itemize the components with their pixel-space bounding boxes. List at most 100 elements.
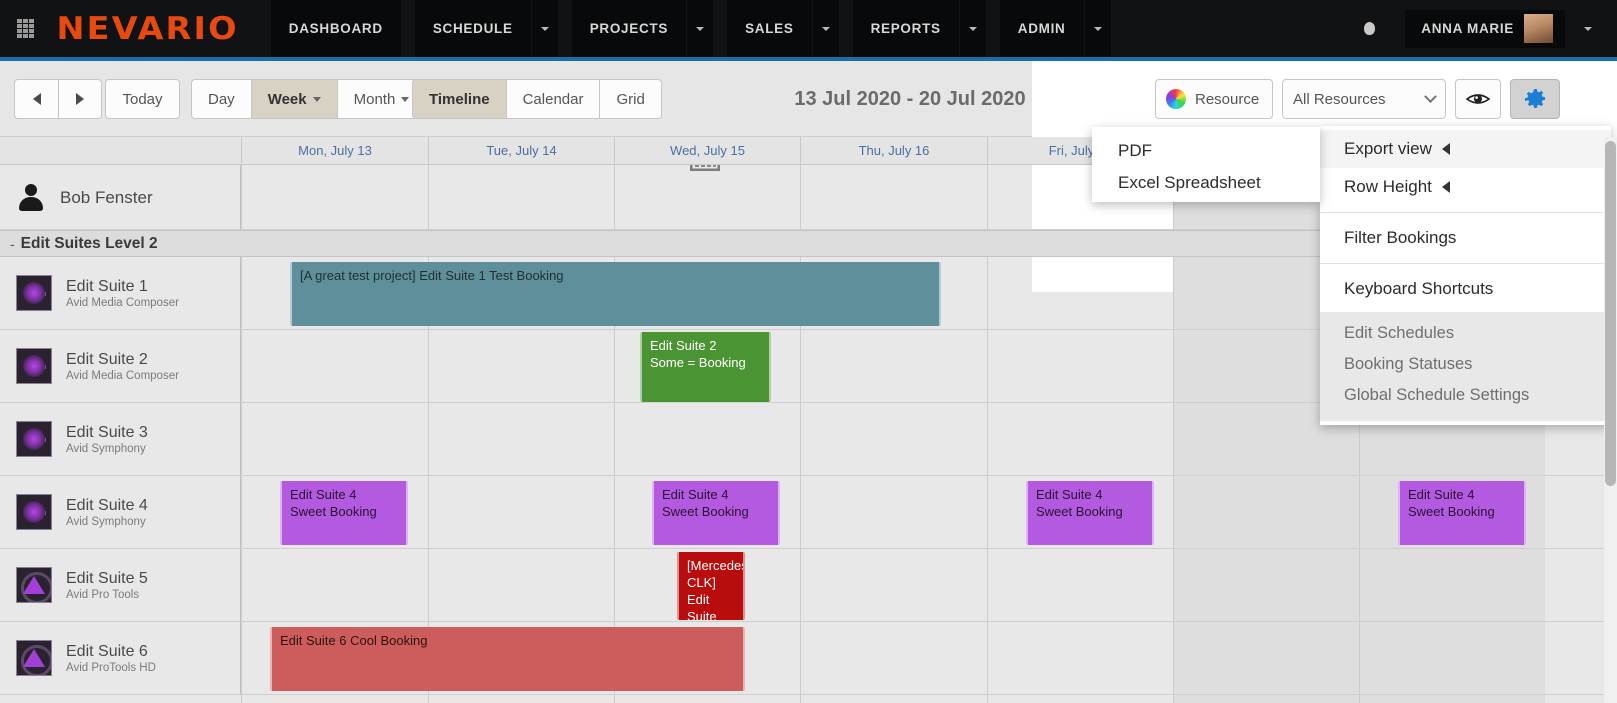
resource-row-label: Edit Suite 6 Avid ProTools HD: [0, 622, 241, 694]
day-header-3: Thu, July 16: [800, 137, 987, 164]
nav-item-sales[interactable]: SALES: [727, 0, 812, 57]
person-name: Bob Fenster: [60, 187, 153, 207]
nav-caret-sales-chevron-down-icon[interactable]: [812, 0, 839, 57]
resource-name: Edit Suite 5: [66, 569, 148, 587]
brand-logo[interactable]: NEVARIO: [50, 11, 258, 47]
prev-period-button[interactable]: [14, 79, 58, 119]
menu-item-edit-schedules[interactable]: Edit Schedules: [1320, 318, 1611, 349]
booking-block[interactable]: [A great test project] Edit Suite 1 Test…: [290, 262, 941, 326]
view-timeline[interactable]: Timeline: [412, 79, 506, 119]
resource-text: Edit Suite 1 Avid Media Composer: [66, 277, 179, 310]
pro-tools-icon: [16, 567, 52, 603]
date-nav-group: [14, 79, 102, 119]
export-option-excel-spreadsheet[interactable]: Excel Spreadsheet: [1092, 167, 1320, 199]
resource-row[interactable]: Edit Suite 5 Avid Pro Tools: [0, 549, 1617, 622]
color-wheel-icon: [1166, 89, 1186, 109]
menu-item-export-view[interactable]: Export view: [1320, 130, 1611, 168]
person-icon: [16, 182, 46, 212]
media-composer-icon: [16, 275, 52, 311]
resource-color-button[interactable]: Resource: [1155, 79, 1273, 119]
user-menu[interactable]: ANNA MARIE: [1405, 9, 1565, 48]
zoom-week[interactable]: Week: [250, 79, 337, 119]
resource-name: Edit Suite 2: [66, 350, 148, 368]
view-grid-label: Grid: [616, 90, 645, 108]
booking-block[interactable]: Edit Suite 4 Sweet Booking: [280, 481, 408, 545]
zoom-month-label: Month: [353, 90, 396, 108]
nav-item-dashboard[interactable]: DASHBOARD: [270, 0, 401, 57]
chevron-down-icon: [1424, 89, 1437, 103]
resource-name: Edit Suite 4: [66, 496, 148, 514]
menu-divider: [1320, 263, 1611, 264]
resource-name: Edit Suite 1: [66, 277, 148, 295]
resource-row-label: Edit Suite 1 Avid Media Composer: [0, 257, 241, 329]
person-row-label: Bob Fenster: [0, 165, 241, 229]
menu-item-filter-bookings[interactable]: Filter Bookings: [1320, 219, 1611, 257]
menu-item-booking-statuses[interactable]: Booking Statuses: [1320, 349, 1611, 380]
resource-text: Edit Suite 4 Avid Symphony: [66, 496, 148, 529]
next-period-button[interactable]: [58, 79, 102, 119]
grid-menu-icon[interactable]: [0, 19, 50, 38]
pro-tools-icon: [16, 640, 52, 676]
nav-caret-reports-chevron-down-icon[interactable]: [959, 0, 986, 57]
export-view-submenu: PDF Excel Spreadsheet: [1092, 127, 1320, 202]
eye-icon[interactable]: [1455, 79, 1501, 119]
nav-item-projects[interactable]: PROJECTS: [571, 0, 687, 57]
user-chevron-down-icon[interactable]: [1575, 10, 1601, 48]
export-option-pdf[interactable]: PDF: [1092, 135, 1320, 167]
vertical-scrollbar[interactable]: [1604, 137, 1617, 703]
view-grid[interactable]: Grid: [599, 79, 662, 119]
menu-item-row-height[interactable]: Row Height: [1320, 168, 1611, 206]
top-navbar: NEVARIO DASHBOARD SCHEDULE PROJECTS SALES RE…: [0, 0, 1617, 57]
today-button[interactable]: Today: [105, 79, 180, 119]
view-calendar-label: Calendar: [522, 90, 584, 108]
resource-text: Edit Suite 6 Avid ProTools HD: [66, 642, 156, 675]
view-calendar[interactable]: Calendar: [505, 79, 600, 119]
resource-text: Edit Suite 2 Avid Media Composer: [66, 350, 179, 383]
toolbar-right-controls: Resource All Resources: [1155, 79, 1560, 119]
zoom-day[interactable]: Day: [191, 79, 251, 119]
menu-item-global-schedule-settings[interactable]: Global Schedule Settings: [1320, 380, 1611, 411]
navbar-right: ANNA MARIE: [1364, 0, 1617, 57]
caret-left-icon: [1441, 181, 1450, 193]
nav-item-schedule[interactable]: SCHEDULE: [414, 0, 531, 57]
booking-block[interactable]: Edit Suite 4 Sweet Booking: [1026, 481, 1154, 545]
resource-row[interactable]: Edit Suite 6 Avid ProTools HD: [0, 622, 1617, 695]
caret-left-icon: [1441, 143, 1450, 155]
resource-text: Edit Suite 5 Avid Pro Tools: [66, 569, 148, 602]
nav-caret-schedule-chevron-down-icon[interactable]: [531, 0, 558, 57]
menu-item-label: Keyboard Shortcuts: [1344, 279, 1494, 298]
booking-block[interactable]: Edit Suite 2 Some = Booking: [640, 332, 771, 402]
menu-item-label: Export view: [1344, 139, 1432, 158]
media-composer-icon: [16, 348, 52, 384]
resource-row[interactable]: Edit Suite 4 Avid Symphony: [0, 476, 1617, 549]
resource-subtitle: Avid Symphony: [66, 442, 146, 455]
resource-row-label: Edit Suite 5 Avid Pro Tools: [0, 549, 241, 621]
media-composer-icon: [16, 494, 52, 530]
scrollbar-thumb[interactable]: [1605, 141, 1616, 486]
avatar: [1524, 14, 1553, 43]
bell-icon[interactable]: [1364, 22, 1376, 35]
resource-filter-value: All Resources: [1293, 90, 1386, 108]
media-composer-icon: [16, 421, 52, 457]
resource-subtitle: Avid ProTools HD: [66, 661, 156, 674]
nav-item-reports[interactable]: REPORTS: [852, 0, 959, 57]
menu-item-keyboard-shortcuts[interactable]: Keyboard Shortcuts: [1320, 270, 1611, 308]
resource-row-label: Edit Suite 3 Avid Symphony: [0, 403, 241, 475]
nav-caret-projects-chevron-down-icon[interactable]: [687, 0, 714, 57]
booking-block[interactable]: Edit Suite 4 Sweet Booking: [652, 481, 780, 545]
booking-block[interactable]: Edit Suite 4 Sweet Booking: [1398, 481, 1526, 545]
nav-item-admin[interactable]: ADMIN: [999, 0, 1084, 57]
resource-button-label: Resource: [1195, 90, 1260, 108]
collapse-toggle-icon[interactable]: -: [10, 236, 15, 252]
resource-name: Edit Suite 6: [66, 642, 148, 660]
resource-filter-select[interactable]: All Resources: [1282, 79, 1446, 119]
menu-item-label: Row Height: [1344, 177, 1432, 196]
resource-text: Edit Suite 3 Avid Symphony: [66, 423, 148, 456]
zoom-level-group: Day Week Month: [191, 79, 427, 119]
nav-caret-admin-chevron-down-icon[interactable]: [1084, 0, 1111, 57]
booking-block[interactable]: [Mercedes CLK] Edit Suite: [677, 552, 745, 620]
group-title: Edit Suites Level 2: [20, 234, 158, 252]
resource-subtitle: Avid Media Composer: [66, 296, 179, 309]
booking-block[interactable]: Edit Suite 6 Cool Booking: [270, 627, 745, 691]
gear-icon[interactable]: [1510, 79, 1560, 119]
